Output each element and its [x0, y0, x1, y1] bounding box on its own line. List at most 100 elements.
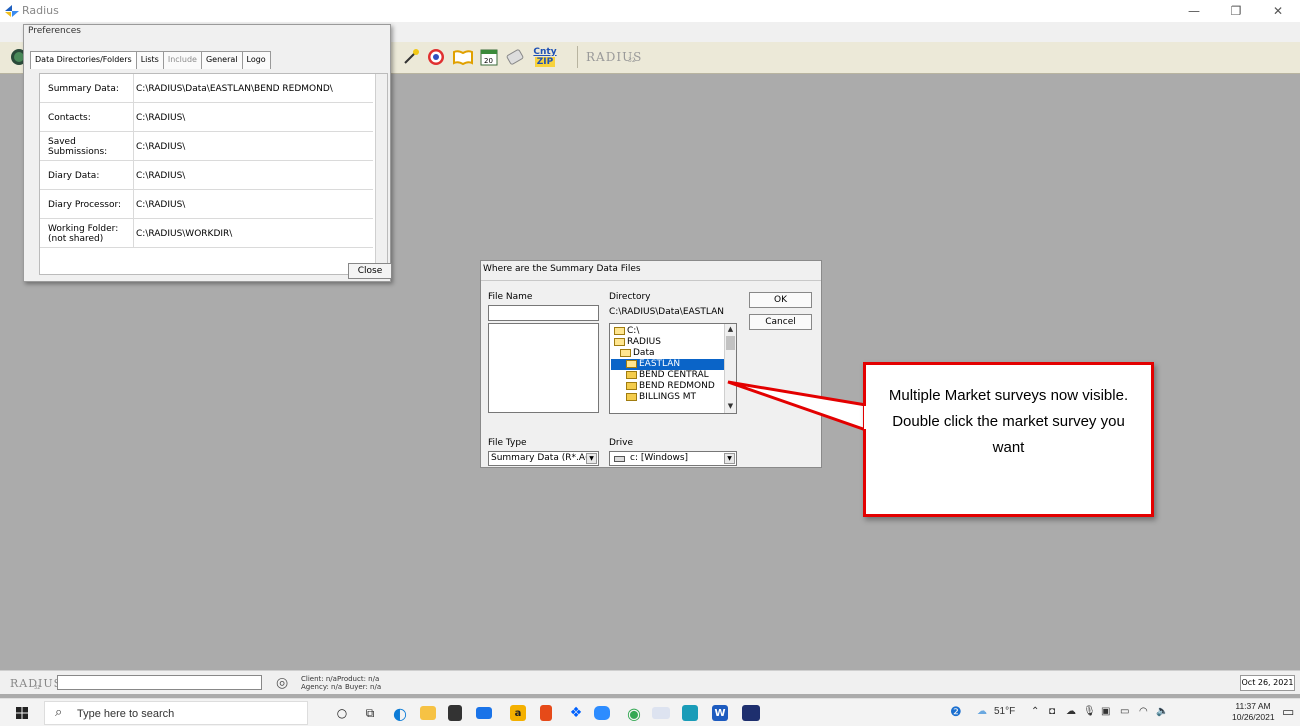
onedrive-icon[interactable]: ☁ [1066, 706, 1076, 717]
tree-item[interactable]: BILLINGS MT [626, 392, 696, 403]
microphone-icon[interactable]: 🎙 [1083, 706, 1096, 717]
tree-item[interactable]: RADIUS [614, 337, 661, 348]
webex-icon[interactable] [682, 705, 698, 721]
volume-icon[interactable]: 🔈 [1156, 706, 1168, 717]
row-label: Saved Submissions: [48, 136, 108, 157]
search-input[interactable]: ⌕ Type here to search [44, 701, 308, 725]
chrome-icon[interactable]: ◉ [624, 703, 644, 723]
row-value[interactable]: C:\RADIUS\ [133, 190, 373, 219]
cortana-icon[interactable]: ○ [332, 703, 352, 723]
file-type-label: File Type [488, 438, 527, 448]
file-type-select[interactable]: Summary Data (R*.A( ▼ [488, 451, 599, 466]
directory-label: Directory [609, 292, 651, 302]
tab-general[interactable]: General [200, 51, 243, 69]
radius-logo-sub: 32 [34, 685, 41, 691]
help-icon[interactable]: ❷ [950, 704, 962, 720]
file-name-label: File Name [488, 292, 533, 302]
county-zip-icon[interactable]: Cnty ZIP [531, 46, 559, 68]
clock[interactable]: 11:37 AM 10/26/2021 [1232, 701, 1275, 723]
scroll-thumb[interactable] [726, 336, 735, 350]
chevron-down-icon[interactable]: ▼ [724, 453, 735, 464]
maximize-button[interactable]: ❐ [1214, 0, 1258, 22]
office-icon[interactable] [540, 705, 552, 721]
cnty-label: Cnty [533, 47, 557, 57]
ok-button[interactable]: OK [749, 292, 812, 308]
tab-include: Include [162, 51, 202, 69]
row-label: Diary Processor: [48, 199, 122, 210]
row-value[interactable]: C:\RADIUS\WORKDIR\ [133, 219, 373, 248]
dialog-divider [481, 280, 821, 281]
table-row: Diary Data: C:\RADIUS\ [40, 161, 373, 190]
tree-item-selected[interactable]: EASTLAN [611, 359, 724, 370]
edge-icon[interactable]: ◐ [390, 703, 410, 723]
amazon-icon[interactable]: a [510, 705, 526, 721]
row-value[interactable]: C:\RADIUS\ [133, 103, 373, 132]
table-row: Diary Processor: C:\RADIUS\ [40, 190, 373, 219]
display-icon[interactable]: ▣ [1101, 706, 1110, 717]
wifi-icon[interactable]: ◠ [1139, 706, 1148, 717]
calendar-icon[interactable]: 20 [478, 46, 500, 68]
target-icon[interactable]: ◎ [276, 675, 288, 691]
battery-icon[interactable]: ▭ [1120, 706, 1129, 717]
dropbox-icon[interactable]: ❖ [566, 703, 586, 723]
close-button[interactable]: Close [348, 263, 392, 279]
table-row: Saved Submissions: C:\RADIUS\ [40, 132, 373, 161]
row-value[interactable]: C:\RADIUS\ [133, 132, 373, 161]
chevron-down-icon[interactable]: ▼ [586, 453, 597, 464]
row-label: Contacts: [48, 112, 91, 123]
directory-path: C:\RADIUS\Data\EASTLAN [609, 307, 724, 317]
tree-item[interactable]: Data [620, 348, 655, 359]
target-icon[interactable] [425, 46, 447, 68]
table-row: Working Folder: (not shared) C:\RADIUS\W… [40, 219, 373, 248]
tree-scrollbar[interactable]: ▲ ▼ [724, 324, 736, 413]
meet-icon[interactable]: ◘ [1049, 706, 1055, 717]
open-folder-icon [620, 348, 631, 357]
status-date: Oct 26, 2021 [1240, 675, 1295, 691]
mail-icon[interactable] [476, 707, 492, 719]
row-value[interactable]: C:\RADIUS\ [133, 161, 373, 190]
weather-temp[interactable]: 51°F [994, 706, 1015, 717]
store-icon[interactable] [448, 705, 462, 721]
folder-icon [626, 370, 637, 379]
notification-icon[interactable]: ▭ [1282, 705, 1294, 720]
callout-joint [864, 406, 868, 429]
radius-app-icon[interactable] [652, 707, 670, 719]
clock-date: 10/26/2021 [1232, 712, 1275, 722]
row-value[interactable]: C:\RADIUS\Data\EASTLAN\BEND REDMOND\ [133, 74, 373, 103]
windows-start-icon[interactable] [16, 707, 28, 719]
chevron-up-icon[interactable]: ⌃ [1031, 706, 1039, 717]
open-folder-icon [614, 326, 625, 335]
drive-label: Drive [609, 438, 633, 448]
tab-logo[interactable]: Logo [241, 51, 271, 69]
tab-data-directories[interactable]: Data Directories/Folders [30, 51, 137, 69]
tree-item[interactable]: BEND CENTRAL [626, 370, 709, 381]
book-icon[interactable] [452, 46, 474, 68]
close-window-button[interactable]: ✕ [1256, 0, 1300, 22]
file-explorer-icon[interactable] [420, 706, 436, 720]
drive-icon [614, 456, 625, 462]
wand-icon[interactable] [400, 46, 422, 68]
callout-text: Multiple Market surveys now visible. Dou… [888, 387, 1129, 456]
tree-item[interactable]: BEND REDMOND [626, 381, 715, 392]
file-name-input[interactable] [488, 305, 599, 321]
tab-lists[interactable]: Lists [135, 51, 164, 69]
task-view-icon[interactable]: ⧉ [360, 703, 380, 723]
file-list[interactable] [488, 323, 599, 413]
table-scrollbar[interactable] [375, 74, 387, 274]
weather-icon: ☁ [977, 706, 987, 717]
directory-tree[interactable]: C:\ RADIUS Data EASTLAN BEND CENTRAL BEN… [609, 323, 737, 414]
tree-item[interactable]: C:\ [614, 326, 639, 337]
pen-icon[interactable] [504, 46, 526, 68]
minimize-button[interactable]: — [1172, 0, 1216, 22]
scroll-up-icon[interactable]: ▲ [725, 324, 736, 335]
open-folder-icon [614, 337, 625, 346]
zoom-icon[interactable] [594, 706, 610, 720]
drive-select[interactable]: c: [Windows] ▼ [609, 451, 737, 466]
word-icon[interactable]: W [712, 705, 728, 721]
toolbar-divider [577, 46, 578, 68]
cancel-button[interactable]: Cancel [749, 314, 812, 330]
teams-icon[interactable] [742, 705, 760, 721]
scroll-down-icon[interactable]: ▼ [725, 401, 736, 412]
table-row: Summary Data: C:\RADIUS\Data\EASTLAN\BEN… [40, 74, 373, 103]
annotation-callout: Multiple Market surveys now visible. Dou… [863, 362, 1154, 517]
